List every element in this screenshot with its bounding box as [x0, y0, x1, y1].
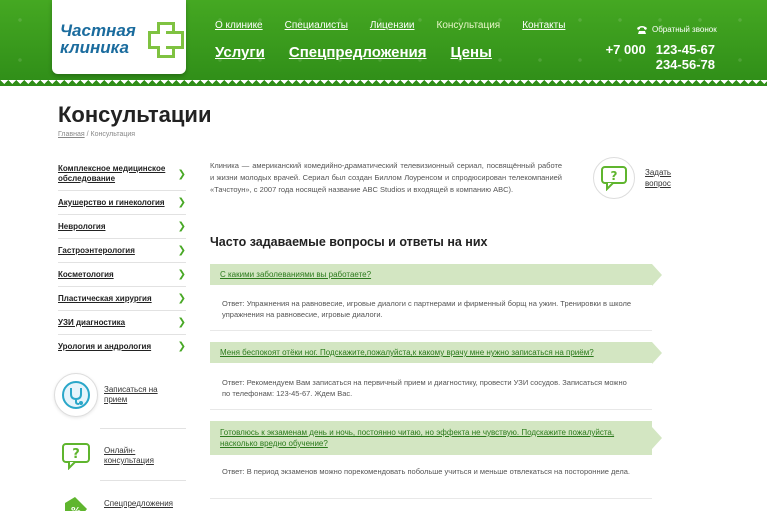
faq-divider [210, 330, 652, 331]
promo-online-consultation-label: Онлайн-консультация [104, 446, 154, 465]
promo-offers-label: Спецпредложения на услуги [104, 499, 173, 511]
sidebar-item-label: Косметология [58, 269, 114, 279]
main-nav: Услуги Спецпредложения Цены [215, 44, 516, 61]
logo-line-1: Частная [60, 21, 136, 40]
chevron-right-icon: ❯ [177, 221, 186, 232]
sidebar-item-label: Комплексное медицинское обследование [58, 164, 166, 183]
faq-divider [210, 409, 652, 410]
topnav-contacts[interactable]: Контакты [522, 20, 565, 31]
svg-text:?: ? [72, 447, 80, 462]
topnav-about[interactable]: О клинике [215, 20, 263, 31]
chat-question-icon: ? [593, 157, 635, 199]
sidebar-item-label: Неврология [58, 221, 106, 231]
percent-tag-icon: % [54, 487, 98, 511]
sidebar-item-plastic-surgery[interactable]: Пластическая хирургия ❯ [58, 287, 186, 311]
chevron-right-icon: ❯ [177, 293, 186, 304]
page-title: Консультации [58, 102, 212, 127]
faq-title: Часто задаваемые вопросы и ответы на них [210, 235, 488, 249]
sidebar-item-urology[interactable]: Урология и андрология ❯ [58, 335, 186, 358]
callback-link[interactable]: Обратный звонок [636, 25, 717, 34]
promo-appointment[interactable]: Записаться на прием [54, 373, 186, 417]
sidebar-item-gynecology[interactable]: Акушерство и гинекология ❯ [58, 191, 186, 215]
faq-answer: Ответ: Рекомендуем Вам записаться на пер… [222, 378, 627, 398]
faq-question[interactable]: Меня беспокоят отёки ног. Подскажите,пож… [210, 341, 662, 364]
callback-label: Обратный звонок [652, 25, 717, 34]
stethoscope-icon [54, 373, 98, 417]
phone-code: +7 000 [605, 42, 646, 57]
sidebar-item-label: Урология и андрология [58, 341, 152, 351]
chevron-right-icon: ❯ [177, 168, 186, 180]
cross-icon [148, 22, 184, 58]
header-zigzag-edge [0, 80, 767, 86]
mainnav-prices[interactable]: Цены [451, 44, 492, 61]
promo-divider [100, 480, 186, 481]
mainnav-services[interactable]: Услуги [215, 44, 265, 61]
sidebar-menu: Комплексное медицинское обследование ❯ А… [58, 158, 186, 358]
promo-online-consultation[interactable]: ? Онлайн-консультация [54, 434, 186, 478]
svg-text:%: % [71, 506, 81, 511]
sidebar-item-checkup[interactable]: Комплексное медицинское обследование ❯ [58, 158, 186, 191]
ask-question-link[interactable]: ? Задать вопрос [593, 157, 677, 199]
top-nav: О клинике Специалисты Лицензии Консульта… [215, 20, 587, 31]
sidebar-item-neurology[interactable]: Неврология ❯ [58, 215, 186, 239]
phone-1: 123-45-67 [655, 42, 715, 57]
chat-question-icon: ? [54, 434, 98, 478]
ask-question-label: Задать вопрос [645, 168, 672, 188]
sidebar-item-cosmetology[interactable]: Косметология ❯ [58, 263, 186, 287]
faq-question[interactable]: С какими заболеваниями вы работаете? [210, 263, 662, 286]
faq-answer: Ответ: Упражнения на равновесие, игровые… [222, 299, 632, 319]
intro-text: Клиника — американский комедийно-драмати… [210, 161, 562, 194]
faq-divider [210, 498, 652, 499]
sidebar-item-gastroenterology[interactable]: Гастроэнтерология ❯ [58, 239, 186, 263]
svg-text:?: ? [611, 169, 618, 183]
breadcrumb: Главная / Консультация [58, 131, 135, 138]
chevron-right-icon: ❯ [177, 245, 186, 256]
promo-divider [100, 428, 186, 429]
phone-2: 234-56-78 [655, 57, 715, 72]
promo-appointment-label: Записаться на прием [104, 385, 158, 404]
mainnav-offers[interactable]: Спецпредложения [289, 44, 427, 61]
chevron-right-icon: ❯ [177, 269, 186, 280]
breadcrumb-home[interactable]: Главная [58, 131, 85, 138]
topnav-licenses[interactable]: Лицензии [370, 20, 415, 31]
logo-line-2: клиника [60, 38, 129, 57]
sidebar-item-ultrasound[interactable]: УЗИ диагностика ❯ [58, 311, 186, 335]
sidebar-item-label: Пластическая хирургия [58, 293, 152, 303]
sidebar-item-label: УЗИ диагностика [58, 317, 126, 327]
chevron-right-icon: ❯ [177, 317, 186, 328]
promo-offers[interactable]: % Спецпредложения на услуги [54, 487, 186, 511]
breadcrumb-current: Консультация [90, 131, 136, 138]
phone-numbers: +7 000 123-45-67 234-56-78 [606, 42, 715, 72]
topnav-consultation[interactable]: Консультация [437, 20, 501, 31]
sidebar-item-label: Акушерство и гинекология [58, 197, 165, 207]
sidebar-item-label: Гастроэнтерология [58, 245, 135, 255]
chevron-right-icon: ❯ [177, 197, 186, 208]
faq-answer: Ответ: В период экзаменов можно порекоме… [222, 467, 630, 476]
chevron-right-icon: ❯ [177, 341, 186, 352]
phone-icon [636, 25, 648, 34]
logo[interactable]: Частная клиника [52, 0, 186, 74]
faq-question[interactable]: Готовлюсь к экзаменам день и ночь, посто… [210, 421, 662, 455]
topnav-specialists[interactable]: Специалисты [285, 20, 348, 31]
